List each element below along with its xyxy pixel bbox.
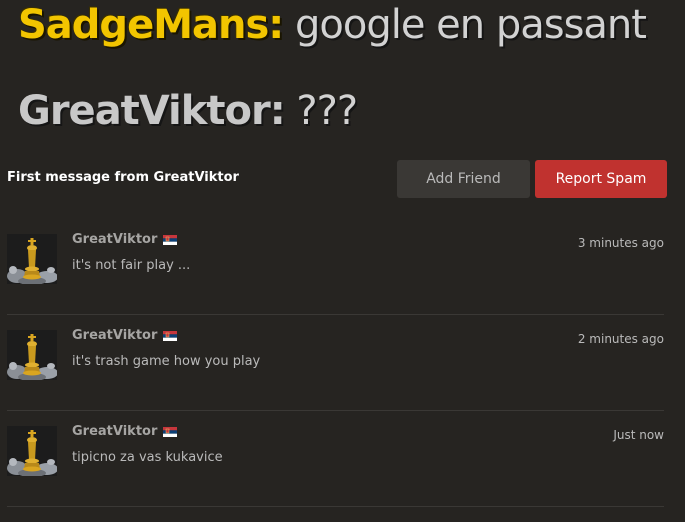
overlay-chat-line: GreatViktor: ??? — [18, 86, 358, 136]
message-item: GreatViktor 2 minutes ago it's trash gam… — [0, 328, 685, 426]
avatar[interactable] — [7, 330, 57, 380]
message-text: tipicno za vas kukavice — [72, 450, 223, 465]
conversation-title: First message from GreatViktor — [7, 170, 239, 185]
serbia-flag-icon — [163, 234, 178, 245]
message-timestamp: 2 minutes ago — [577, 332, 664, 346]
overlay-chat-username: GreatViktor: — [18, 88, 286, 134]
message-author-name[interactable]: GreatViktor — [72, 424, 157, 439]
message-timestamp: Just now — [613, 428, 664, 442]
message-divider — [7, 410, 664, 411]
report-spam-button[interactable]: Report Spam — [535, 160, 667, 198]
avatar[interactable] — [7, 426, 57, 476]
message-author[interactable]: GreatViktor — [72, 232, 178, 247]
overlay-chat-message: google en passant — [283, 2, 647, 48]
avatar[interactable] — [7, 234, 57, 284]
overlay-chat-message: ??? — [284, 88, 358, 134]
message-author[interactable]: GreatViktor — [72, 328, 178, 343]
overlay-chat-line: SadgeMans: google en passant — [18, 0, 647, 50]
serbia-flag-icon — [163, 330, 178, 341]
message-text: it's not fair play ... — [72, 258, 191, 273]
message-author-name[interactable]: GreatViktor — [72, 328, 157, 343]
serbia-flag-icon — [163, 426, 178, 437]
message-divider — [7, 314, 664, 315]
message-divider — [7, 506, 664, 507]
message-author-name[interactable]: GreatViktor — [72, 232, 157, 247]
message-author[interactable]: GreatViktor — [72, 424, 178, 439]
message-item: GreatViktor 3 minutes ago it's not fair … — [0, 232, 685, 330]
message-item: GreatViktor Just now tipicno za vas kuka… — [0, 424, 685, 522]
overlay-chat-username: SadgeMans: — [18, 2, 284, 48]
message-text: it's trash game how you play — [72, 354, 261, 369]
add-friend-button[interactable]: Add Friend — [397, 160, 530, 198]
message-timestamp: 3 minutes ago — [577, 236, 664, 250]
